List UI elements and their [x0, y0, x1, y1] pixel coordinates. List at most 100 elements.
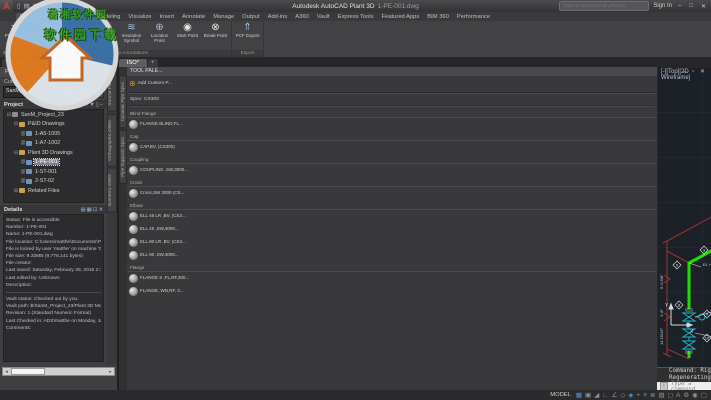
start-point-button[interactable]: ◉Start Point: [174, 22, 201, 50]
ribbon-tab-annotate[interactable]: Annotate: [178, 13, 209, 21]
close-icon[interactable]: ✕: [98, 207, 104, 213]
pcf-to-iso-button[interactable]: ⇄PCF to Iso: [2, 22, 29, 50]
dropdown-arrow-icon[interactable]: ▾: [65, 87, 73, 97]
scroll-right-icon[interactable]: ▸: [107, 369, 114, 375]
workspace-dropdown-icon[interactable]: ▾: [68, 2, 71, 10]
palette-item[interactable]: FLANGE S ,FL,RF,300...: [127, 272, 657, 285]
transparency-icon[interactable]: ▨: [658, 391, 664, 400]
ortho-icon[interactable]: ∟: [602, 391, 608, 400]
palette-item[interactable]: Cross,SW 3000 (CS...: [127, 187, 657, 200]
iso-message-button[interactable]: ✉Iso Message: [34, 22, 61, 50]
app-menu-button[interactable]: A: [0, 0, 13, 12]
valve-symbols[interactable]: [683, 313, 705, 349]
insulation-symbol-button[interactable]: ≋Insulation Symbol: [118, 22, 145, 50]
drawing-window-controls[interactable]: ‒ ▫ ✕: [683, 68, 707, 75]
pm-tab-source-files[interactable]: Source Files: [107, 73, 117, 112]
palette-item[interactable]: FLANGE ,WN,RF, 3...: [127, 285, 657, 298]
palette-item[interactable]: ELL 45 LR ,BV, (CS3...: [127, 210, 657, 223]
command-window[interactable]: Command: Right-click to display the shor…: [657, 367, 711, 390]
tree-item-1-a5-1005[interactable]: @1-A5-1005: [4, 129, 103, 139]
annotation-monitor-icon[interactable]: ◉: [692, 391, 698, 400]
pm-tab-orthographic-dwg[interactable]: Orthographic DWG: [107, 114, 117, 167]
file-tab-1-pe-001[interactable]: 1-PE-001*: [75, 59, 118, 67]
grid-icon[interactable]: ▦: [576, 391, 582, 400]
scrollbar-thumb[interactable]: [11, 368, 45, 375]
ribbon-tab-featured-apps[interactable]: Featured Apps: [378, 13, 424, 21]
signin-button[interactable]: Sign In: [653, 3, 672, 9]
new-tab-button[interactable]: +: [148, 59, 158, 67]
break-point-button[interactable]: ⊗Break Point: [202, 22, 229, 50]
pm-tab-isometric-dwg[interactable]: Isometric DWG: [107, 168, 117, 213]
selection-cycling-icon[interactable]: ◻: [668, 391, 673, 400]
ribbon-tab-performance[interactable]: Performance: [453, 13, 494, 21]
tree-item-1-a7-1002[interactable]: @1-A7-1002: [4, 139, 103, 149]
project-tree-toolbar[interactable]: ↻▼▯−: [84, 102, 107, 108]
flow-arrow-button[interactable]: →Flow Arrow: [90, 22, 117, 50]
palette-item[interactable]: ELL 90 LR ,BV, (CS3...: [127, 236, 657, 249]
ribbon-tab-express-tools[interactable]: Express Tools: [334, 13, 378, 21]
palette-tab-dynamic-pipe-spec[interactable]: Dynamic Pipe Spec: [119, 75, 127, 128]
palette-item[interactable]: FLANGE BLIND,FL...: [127, 118, 657, 131]
scroll-left-icon[interactable]: ◂: [3, 369, 10, 375]
clean-screen-icon[interactable]: ▢: [701, 391, 707, 400]
otrack-icon[interactable]: +: [636, 391, 640, 400]
ribbon-tab-output[interactable]: Output: [238, 13, 263, 21]
details-toolbar[interactable]: ▤▦⊡✕: [80, 207, 107, 213]
collapse-icon[interactable]: −: [100, 102, 104, 108]
redo-icon[interactable]: ↷: [60, 2, 65, 10]
tree-item-related-files[interactable]: ⊞Related Files: [4, 186, 103, 196]
file-tab-iso[interactable]: ISO*: [119, 59, 147, 67]
tool-palettes-title[interactable]: TOOL PALE...: [127, 67, 657, 76]
ribbon-tab-manage[interactable]: Manage: [209, 13, 238, 21]
data-manager-button[interactable]: ▦: [91, 86, 104, 98]
file-tab-start[interactable]: Start: [2, 59, 30, 67]
floor-symbol-button[interactable]: ▦Floor Symbol: [62, 22, 89, 50]
palette-item[interactable]: ELL 90 ,SW,3000...: [127, 249, 657, 262]
ribbon-tab-bim-360[interactable]: BIM 360: [423, 13, 453, 21]
ribbon-tab-add-ins[interactable]: Add-ins: [264, 13, 292, 21]
isodraft-icon[interactable]: ◇: [620, 391, 625, 400]
ribbon-tab-modeling[interactable]: Modeling: [93, 13, 125, 21]
tree-item-2-st-02[interactable]: @2-ST-02: [4, 177, 103, 187]
tree-item-p-id-drawings[interactable]: ⊟P&ID Drawings: [4, 120, 103, 130]
open-icon[interactable]: ▤: [24, 2, 30, 10]
restore-button[interactable]: □: [687, 3, 695, 9]
new-icon[interactable]: ▯: [17, 2, 21, 10]
ribbon-tab-visualize[interactable]: Visualize: [124, 13, 155, 21]
minimize-button[interactable]: –: [676, 3, 683, 9]
file-tab-drawing1[interactable]: Drawing1*: [31, 59, 74, 67]
undo-icon[interactable]: ↶: [51, 2, 56, 10]
plot-icon[interactable]: ▥: [42, 2, 48, 10]
project-setup-button[interactable]: ▤: [76, 86, 89, 98]
current-project-dropdown[interactable]: SanM_Project_23▾: [3, 86, 74, 98]
palette-tab-pipe-supports-spec[interactable]: Pipe Supports Spec: [119, 130, 127, 184]
model-space-button[interactable]: MODEL: [550, 392, 571, 398]
palette-item[interactable]: COUPLING ,SW,3000...: [127, 164, 657, 177]
ribbon-tab-structure[interactable]: Structure: [32, 13, 64, 21]
add-custom-part-item[interactable]: ⊕ Add Custom P...: [127, 76, 657, 91]
drawing-canvas[interactable]: [-][Top][2D Wireframe] ‒ ▫ ✕: [657, 67, 711, 367]
infer-icon[interactable]: ◢: [594, 391, 599, 400]
polar-icon[interactable]: ∠: [612, 391, 618, 400]
close-button[interactable]: ✕: [699, 3, 708, 10]
annotation-icon[interactable]: A: [676, 391, 680, 400]
location-point-button[interactable]: ⊕Location Point: [146, 22, 173, 50]
horizontal-scrollbar[interactable]: ◂ ▸: [0, 365, 117, 390]
ribbon-tab-analysis[interactable]: Analysis: [63, 13, 93, 21]
pcf-export-button[interactable]: ⇑PCF Export: [234, 22, 261, 50]
palette-item[interactable]: ELL 45 ,SW,3000...: [127, 223, 657, 236]
ribbon-tab-a360[interactable]: A360: [291, 13, 313, 21]
tree-item-1-st-001[interactable]: @1-ST-001: [4, 167, 103, 177]
tree-item-plant-3d-drawings[interactable]: ⊟Plant 3D Drawings: [4, 148, 103, 158]
save-icon[interactable]: ▣: [33, 2, 39, 10]
tree-item-1-pe-001[interactable]: @1-PE-001: [4, 158, 103, 168]
ribbon-tab-vault[interactable]: Vault: [313, 13, 334, 21]
palette-item[interactable]: CAP,BV, (CS300): [127, 141, 657, 154]
ribbon-tab-insert[interactable]: Insert: [156, 13, 179, 21]
osnap-icon[interactable]: ◈: [628, 391, 633, 400]
tree-item-sanm-project-23[interactable]: ⊟SanM_Project_23: [4, 110, 103, 120]
lineweight-icon[interactable]: ≣: [650, 391, 655, 400]
help-search-input[interactable]: [559, 1, 649, 11]
snap-icon[interactable]: ▣: [585, 391, 591, 400]
dyn-input-icon[interactable]: ≡: [643, 391, 647, 400]
